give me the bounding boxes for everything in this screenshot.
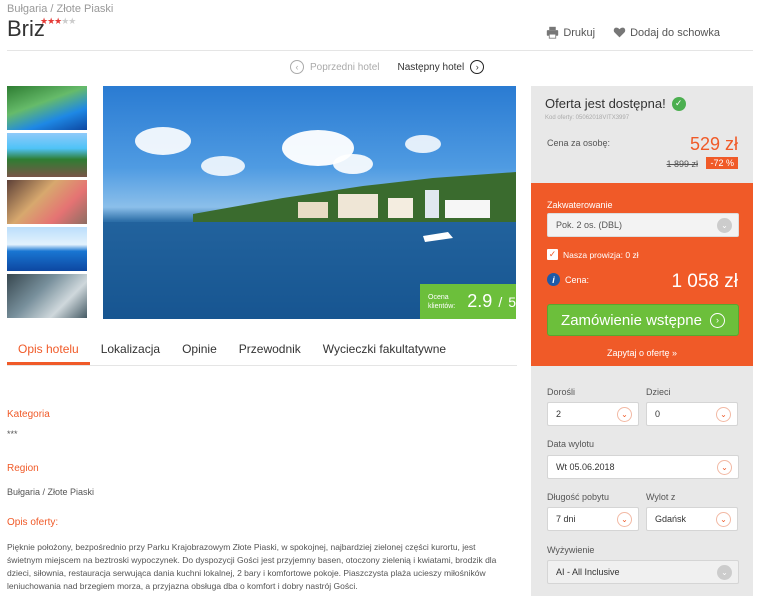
chevron-left-icon: ‹: [290, 60, 304, 74]
thumbnail-5[interactable]: [7, 274, 87, 318]
board-value: AI - All Inclusive: [556, 567, 620, 577]
children-value: 0: [655, 409, 661, 419]
commission-checkbox[interactable]: ✓: [547, 249, 558, 260]
top-actions: Drukuj Dodaj do schowka: [546, 26, 720, 39]
info-icon[interactable]: i: [547, 273, 560, 286]
ask-about-offer-link[interactable]: Zapytaj o ofertę »: [531, 348, 753, 358]
next-hotel-label: Następny hotel: [397, 61, 465, 73]
departure-select[interactable]: Wt 05.06.2018 ⌄: [547, 455, 739, 479]
duration-select[interactable]: 7 dni ⌄: [547, 507, 639, 531]
hotel-tabs: Opis hotelu Lokalizacja Opinie Przewodni…: [7, 338, 517, 366]
check-icon: ✓: [671, 96, 686, 111]
region-label: Region: [7, 463, 39, 474]
thumbnail-4[interactable]: [7, 227, 87, 271]
add-to-favorites-button[interactable]: Dodaj do schowka: [613, 26, 720, 39]
thumbnail-2[interactable]: [7, 133, 87, 177]
chevron-down-icon: ⌄: [617, 512, 632, 527]
rating-badge: Ocena klientów: 2.9 / 5: [420, 284, 516, 319]
breadcrumb[interactable]: Bułgaria / Złote Piaski: [7, 3, 113, 15]
heart-icon: [613, 27, 626, 38]
discount-badge: -72 %: [706, 157, 738, 169]
chevron-down-icon: ⌄: [717, 565, 732, 580]
departure-from-label: Wylot z: [646, 492, 676, 502]
duration-value: 7 dni: [556, 514, 576, 524]
tab-description[interactable]: Opis hotelu: [7, 338, 90, 365]
hotel-stars: ★★★★★: [40, 16, 76, 27]
chevron-right-icon: ›: [470, 60, 485, 74]
price-per-person: 529 zł: [689, 134, 738, 154]
category-label: Kategoria: [7, 409, 50, 420]
departure-from-select[interactable]: Gdańsk ⌄: [646, 507, 738, 531]
tab-guide[interactable]: Przewodnik: [228, 338, 312, 365]
thumbnail-3[interactable]: [7, 180, 87, 224]
accommodation-select[interactable]: Pok. 2 os. (DBL) ⌄: [547, 213, 739, 237]
prev-hotel-label: Poprzedni hotel: [310, 61, 380, 73]
region-value: Bułgaria / Złote Piaski: [7, 487, 95, 497]
commission-row[interactable]: ✓ Nasza prowizja: 0 zł: [547, 249, 639, 260]
offer-title: Oferta jest dostępna!: [545, 96, 666, 111]
adults-value: 2: [556, 409, 562, 419]
next-hotel-link[interactable]: Następny hotel ›: [398, 60, 485, 74]
accommodation-label: Zakwaterowanie: [547, 200, 613, 210]
print-button[interactable]: Drukuj: [546, 26, 595, 39]
rating-label: Ocena klientów:: [428, 293, 456, 310]
children-select[interactable]: 0 ⌄: [646, 402, 738, 426]
stars-filled: ★★★: [40, 16, 62, 26]
print-label: Drukuj: [563, 26, 596, 39]
offer-code: Kod oferty: 05062018VITX3997: [545, 115, 630, 121]
tab-excursions[interactable]: Wycieczki fakultatywne: [312, 338, 457, 365]
old-price: 1 899 zł: [666, 159, 698, 169]
rating-denominator: 5: [508, 293, 516, 310]
offer-description: Pięknie położony, bezpośrednio przy Park…: [7, 542, 497, 591]
category-value: ***: [7, 429, 18, 439]
thumbnail-1[interactable]: [7, 86, 87, 130]
stars-empty: ★★: [61, 16, 76, 26]
printer-icon: [547, 26, 559, 39]
departure-from-value: Gdańsk: [655, 514, 687, 524]
divider: [7, 50, 753, 51]
departure-value: Wt 05.06.2018: [556, 462, 615, 472]
pre-order-label: Zamówienie wstępne: [561, 311, 702, 329]
chevron-down-icon: ⌄: [717, 460, 732, 475]
hotel-navigation: ‹ Poprzedni hotel Następny hotel ›: [290, 60, 485, 74]
children-label: Dzieci: [646, 387, 671, 397]
prev-hotel-link[interactable]: ‹ Poprzedni hotel: [290, 60, 380, 74]
rating-value: 2.9: [467, 291, 493, 311]
total-price: 1 058 zł: [671, 271, 738, 292]
tab-reviews[interactable]: Opinie: [171, 338, 228, 365]
chevron-down-icon: ⌄: [716, 512, 731, 527]
duration-label: Długość pobytu: [547, 492, 610, 502]
chevron-right-icon: ›: [709, 312, 725, 328]
total-price-label: Cena:: [565, 274, 590, 285]
adults-select[interactable]: 2 ⌄: [547, 402, 639, 426]
tab-location[interactable]: Lokalizacja: [90, 338, 171, 365]
commission-label: Nasza prowizja: 0 zł: [563, 249, 639, 260]
total-price-row: i Cena:: [547, 273, 589, 286]
chevron-down-icon: ⌄: [617, 407, 632, 422]
rating-separator: /: [498, 293, 503, 310]
accommodation-value: Pok. 2 os. (DBL): [556, 220, 623, 230]
board-label: Wyżywienie: [547, 545, 595, 555]
adults-label: Dorośli: [547, 387, 576, 397]
chevron-down-icon: ⌄: [717, 218, 732, 233]
price-per-person-label: Cena za osobę:: [547, 138, 611, 148]
chevron-down-icon: ⌄: [716, 407, 731, 422]
departure-label: Data wylotu: [547, 439, 595, 449]
board-select[interactable]: AI - All Inclusive ⌄: [547, 560, 739, 584]
pre-order-button[interactable]: Zamówienie wstępne ›: [547, 304, 739, 336]
offer-description-label: Opis oferty:: [7, 517, 59, 528]
favorites-label: Dodaj do schowka: [630, 26, 720, 39]
